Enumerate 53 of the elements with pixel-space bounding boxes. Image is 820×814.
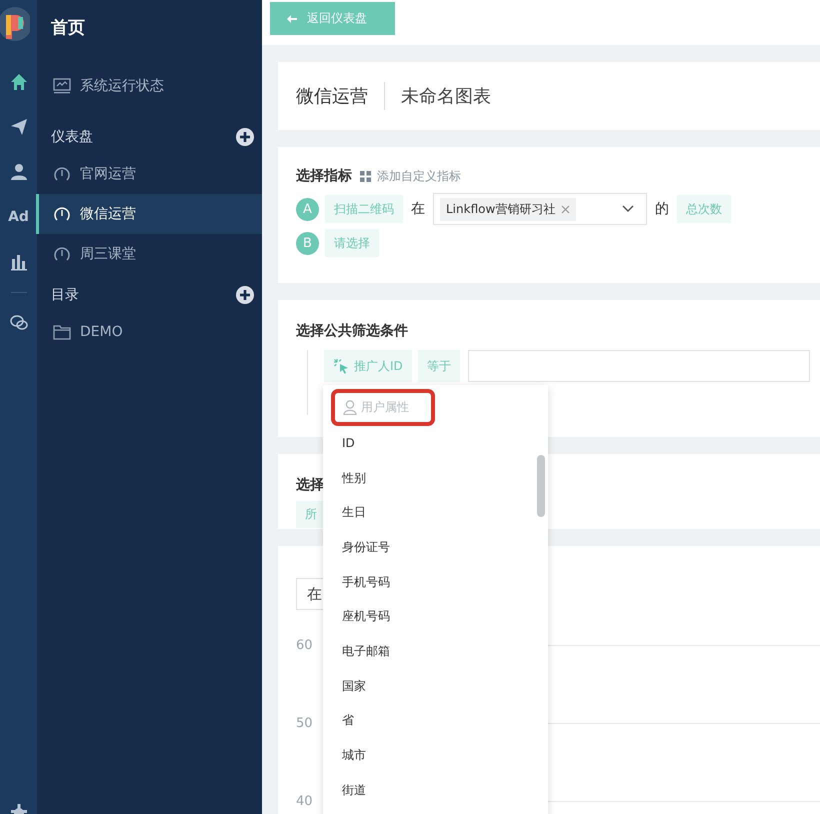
chevron-down-icon <box>622 205 634 213</box>
dropdown-option[interactable]: 身份证号 <box>331 530 501 565</box>
scrollbar-thumb[interactable] <box>537 455 545 517</box>
section-title: 选择 <box>296 476 324 495</box>
category-header: 用户属性 <box>361 399 409 416</box>
dropdown-option[interactable]: 国家 <box>331 668 501 704</box>
dropdown-option[interactable]: 性别 <box>331 460 501 496</box>
axis-label: 40 <box>296 794 314 808</box>
bar-chart-icon[interactable] <box>10 252 28 270</box>
section-title: 仪表盘 <box>51 128 93 146</box>
dropdown-option[interactable]: 省 <box>331 704 501 738</box>
user-icon <box>343 400 357 415</box>
send-icon[interactable] <box>10 118 28 136</box>
section-title: 选择公共筛选条件 <box>296 322 408 341</box>
axis-label: 50 <box>296 716 314 730</box>
chip-label: Linkflow营销研习社 <box>446 200 556 218</box>
dropdown-option[interactable]: 电子邮箱 <box>331 634 501 669</box>
dropdown-option[interactable]: 生日 <box>331 495 501 530</box>
nav-item[interactable]: 周三课堂 <box>36 234 262 274</box>
gauge-icon <box>53 205 71 223</box>
dropdown-option[interactable]: ID <box>331 426 501 461</box>
dropdown-option[interactable]: 城市 <box>331 738 501 773</box>
ad-icon[interactable]: Ad <box>8 208 29 224</box>
home-link[interactable]: 首页 <box>37 14 99 42</box>
section-title: 选择指标 <box>296 167 352 185</box>
connector-text: 的 <box>655 200 669 218</box>
grid-icon <box>360 170 371 182</box>
arrow-left-icon <box>287 14 297 22</box>
nav-item[interactable]: 官网运营 <box>36 154 262 194</box>
chat-icon[interactable] <box>10 314 28 332</box>
gauge-icon <box>53 165 71 183</box>
add-icon[interactable] <box>236 286 254 304</box>
axis-label: 60 <box>296 638 314 652</box>
click-icon <box>333 358 349 374</box>
chart-group-title: 微信运营 <box>296 85 368 108</box>
connector-text: 在 <box>411 200 425 218</box>
home-icon[interactable] <box>10 72 28 90</box>
nav-item[interactable]: 微信运营 <box>36 194 262 234</box>
step-badge: B <box>296 232 319 254</box>
folder-icon <box>53 324 71 340</box>
channel-select[interactable]: Linkflow营销研习社 <box>433 193 647 225</box>
step-badge: A <box>296 198 319 220</box>
user-icon[interactable] <box>10 162 28 180</box>
dropdown-option[interactable]: 街道 <box>331 772 501 808</box>
monitor-icon <box>53 78 71 94</box>
add-icon[interactable] <box>236 128 254 146</box>
logo-icon <box>0 7 30 41</box>
gauge-icon <box>53 245 71 263</box>
chart-title: 未命名图表 <box>401 85 491 108</box>
section-title: 目录 <box>51 286 79 304</box>
nav-item[interactable]: DEMO <box>36 312 262 352</box>
value-input[interactable] <box>468 350 810 382</box>
nav-item[interactable]: 系统运行状态 <box>36 66 262 106</box>
